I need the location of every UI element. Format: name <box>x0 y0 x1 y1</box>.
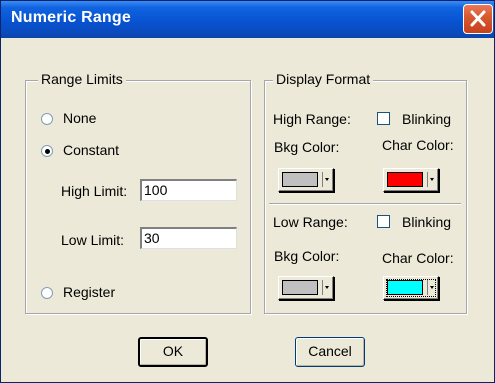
high-char-color-swatch <box>387 172 423 187</box>
low-range-label: Low Range: <box>273 214 348 230</box>
numeric-range-dialog: Numeric Range Range Limits None Constant… <box>0 0 495 383</box>
low-blinking-checkbox[interactable] <box>377 215 390 228</box>
display-format-divider <box>269 203 461 205</box>
radio-none-label[interactable]: None <box>63 110 96 126</box>
high-limit-input[interactable]: 100 <box>140 179 237 201</box>
window-title: Numeric Range <box>11 9 131 26</box>
high-bkg-color-label: Bkg Color: <box>274 139 340 155</box>
radio-register[interactable] <box>41 287 53 299</box>
high-bkg-color-swatch <box>282 172 318 187</box>
cancel-button[interactable]: Cancel <box>295 337 365 367</box>
range-limits-legend: Range Limits <box>38 71 126 87</box>
close-button[interactable] <box>463 4 493 34</box>
radio-constant[interactable] <box>41 145 53 157</box>
low-char-color-picker[interactable] <box>383 276 439 300</box>
chevron-down-icon <box>322 280 331 295</box>
low-char-color-label: Char Color: <box>382 250 454 266</box>
high-range-label: High Range: <box>273 111 351 127</box>
close-icon <box>470 10 486 27</box>
chevron-down-icon <box>322 172 331 187</box>
radio-constant-label[interactable]: Constant <box>63 142 119 158</box>
high-char-color-label: Char Color: <box>382 137 454 153</box>
radio-constant-dot <box>45 149 50 154</box>
low-limit-input[interactable]: 30 <box>140 227 237 249</box>
title-bar[interactable]: Numeric Range <box>1 1 494 38</box>
radio-none[interactable] <box>41 113 53 125</box>
radio-register-label[interactable]: Register <box>63 284 115 300</box>
chevron-down-icon <box>427 280 436 295</box>
low-bkg-color-picker[interactable] <box>278 276 334 300</box>
low-char-color-swatch <box>387 280 423 295</box>
high-blinking-checkbox[interactable] <box>377 112 390 125</box>
high-char-color-picker[interactable] <box>383 168 439 192</box>
display-format-legend: Display Format <box>273 71 374 87</box>
high-bkg-color-picker[interactable] <box>278 168 334 192</box>
chevron-down-icon <box>427 172 436 187</box>
low-bkg-color-swatch <box>282 280 318 295</box>
low-blinking-label[interactable]: Blinking <box>402 214 451 230</box>
high-blinking-label[interactable]: Blinking <box>402 111 451 127</box>
ok-button[interactable]: OK <box>138 337 208 367</box>
low-bkg-color-label: Bkg Color: <box>274 248 340 264</box>
low-limit-label: Low Limit: <box>61 232 125 248</box>
high-limit-label: High Limit: <box>61 183 128 199</box>
